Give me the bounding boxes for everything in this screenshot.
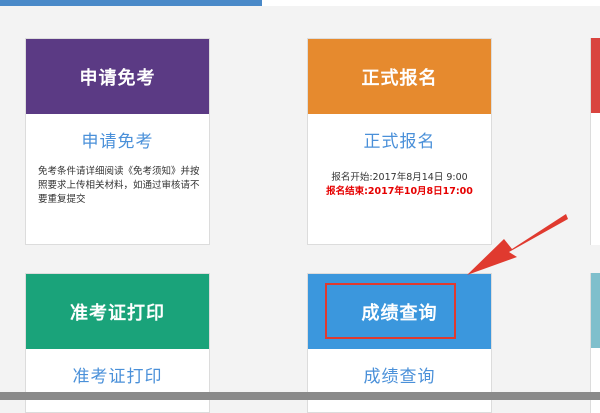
bottom-scrollbar[interactable] (0, 392, 600, 400)
red-arrow-icon (467, 214, 568, 275)
